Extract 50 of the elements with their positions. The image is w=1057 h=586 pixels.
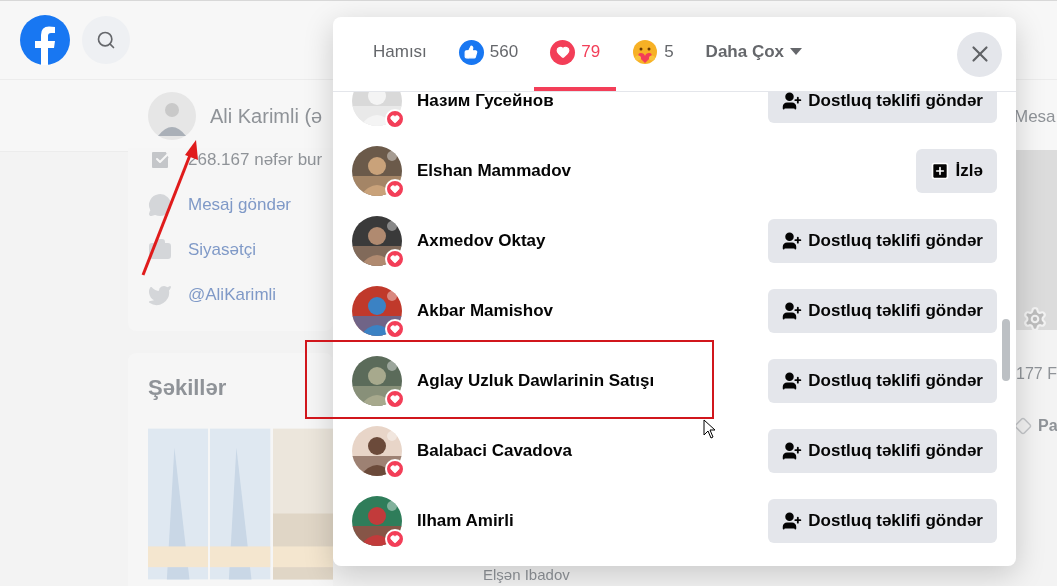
add-friend-button[interactable]: Dostluq təklifi göndər xyxy=(768,289,997,333)
follow-button[interactable]: İzlə xyxy=(915,149,997,193)
add-friend-button[interactable]: Dostluq təklifi göndər xyxy=(768,499,997,543)
add-friend-button[interactable]: Dostluq təklifi göndər xyxy=(768,92,997,123)
person-name[interactable]: Aglay Uzluk Dawlarinin Satışı xyxy=(417,368,655,394)
person-name[interactable]: Ilham Amirli xyxy=(417,508,514,534)
add-friend-button[interactable]: Dostluq təklifi göndər xyxy=(768,359,997,403)
person-name[interactable]: Назим Гусейнов xyxy=(417,92,554,114)
search-button[interactable] xyxy=(82,16,130,64)
add-person-icon xyxy=(782,371,803,391)
add-person-icon xyxy=(782,301,803,321)
cursor-icon xyxy=(703,419,716,439)
caret-icon xyxy=(790,48,803,56)
count-text: 177 F xyxy=(1016,364,1057,384)
person-name[interactable]: Elshan Mammadov xyxy=(417,158,571,184)
profile-name: Ali Karimli (ə xyxy=(210,103,323,129)
add-friend-button[interactable]: Dostluq təklifi göndər xyxy=(768,219,997,263)
person-name[interactable]: Balabaci Cavadova xyxy=(417,438,572,464)
plus-box-icon xyxy=(929,161,950,181)
reaction-tab[interactable]: Daha Çox xyxy=(689,17,819,91)
search-icon xyxy=(96,30,116,50)
add-person-icon xyxy=(782,511,803,531)
heart-badge-icon xyxy=(385,319,405,339)
close-button[interactable] xyxy=(957,31,1002,77)
heart-badge-icon xyxy=(385,389,405,409)
heart-badge-icon xyxy=(385,179,405,199)
f-logo-icon[interactable] xyxy=(20,15,70,65)
reaction-tab[interactable]: 560 xyxy=(442,17,535,91)
heart-badge-icon xyxy=(385,459,405,479)
person-name: Elşən Ibadov xyxy=(483,566,570,584)
add-person-icon xyxy=(782,92,803,111)
reaction-tab[interactable]: 79 xyxy=(534,17,617,91)
heart-badge-icon xyxy=(385,109,405,129)
diamond-icon xyxy=(1014,417,1032,435)
scrollbar-thumb[interactable] xyxy=(1002,319,1010,381)
add-person-icon xyxy=(782,231,803,251)
add-friend-button[interactable]: Dostluq təklifi göndər xyxy=(768,429,997,473)
person-name[interactable]: Axmedov Oktay xyxy=(417,228,546,254)
reaction-tab[interactable]: 5 xyxy=(616,17,690,91)
bird-icon xyxy=(148,283,172,307)
heart-badge-icon xyxy=(385,529,405,549)
like-icon xyxy=(458,39,484,65)
reaction-tab[interactable]: Hamısı xyxy=(357,17,443,91)
avatar xyxy=(148,91,196,140)
photos-title: Şəkillər xyxy=(148,374,228,402)
add-person-icon xyxy=(782,441,803,461)
hug-emoji-icon xyxy=(632,39,659,65)
heart-badge-icon xyxy=(385,249,405,269)
messenger-icon xyxy=(148,193,172,217)
person-name[interactable]: Akbar Mamishov xyxy=(417,298,554,324)
